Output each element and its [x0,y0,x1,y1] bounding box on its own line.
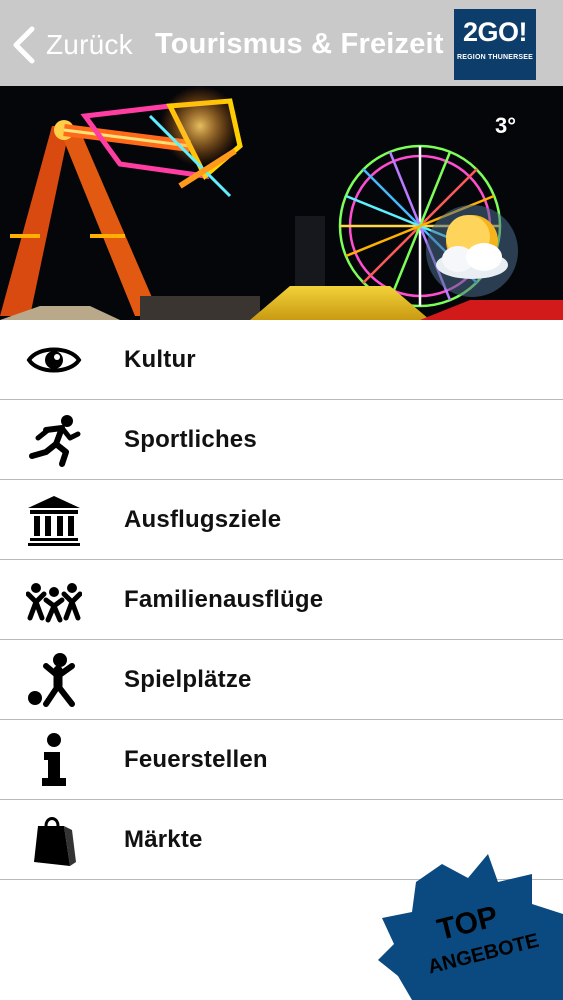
menu-item-spielplaetze[interactable]: Spielplätze [0,640,563,720]
menu-item-familienausfluege[interactable]: Familienausflüge [0,560,563,640]
logo-sub-text: REGION THUNERSEE [457,54,533,61]
museum-icon [28,495,80,546]
page-title: Tourismus & Freizeit [155,28,444,60]
navigation-bar: Zurück Tourismus & Freizeit 2GO! REGION … [0,0,563,86]
menu-item-label: Märkte [124,825,203,853]
logo-main-text: 2GO! [462,17,528,47]
menu-item-label: Spielplätze [124,665,252,693]
partly-cloudy-icon [426,205,518,297]
family-icon [26,582,82,622]
menu-item-label: Familienausflüge [124,585,324,613]
chevron-left-icon [13,26,35,64]
menu-item-feuerstellen[interactable]: Feuerstellen [0,720,563,800]
menu-item-label: Feuerstellen [124,745,268,773]
menu-item-kultur[interactable]: Kultur [0,320,563,400]
menu-item-ausflugsziele[interactable]: Ausflugsziele [0,480,563,560]
eye-icon [26,347,82,372]
menu-item-sportliches[interactable]: Sportliches [0,400,563,480]
back-label: Zurück [46,29,133,60]
back-button[interactable]: Zurück [10,22,133,68]
top-offers-star: TOP ANGEBOTE [378,854,563,1000]
top-offers-badge[interactable]: TOP ANGEBOTE [372,848,563,1000]
category-list: Kultur Sportliches Ausflugsziele Familie… [0,320,563,880]
menu-item-label: Sportliches [124,425,257,453]
menu-item-label: Ausflugsziele [124,505,282,533]
runner-icon [29,414,81,467]
brand-logo[interactable]: 2GO! REGION THUNERSEE [454,9,536,80]
playground-icon [28,652,75,707]
shopping-bag-icon [34,816,76,866]
menu-item-label: Kultur [124,345,196,373]
weather-widget[interactable]: 3° [420,113,520,298]
info-icon [42,732,66,786]
